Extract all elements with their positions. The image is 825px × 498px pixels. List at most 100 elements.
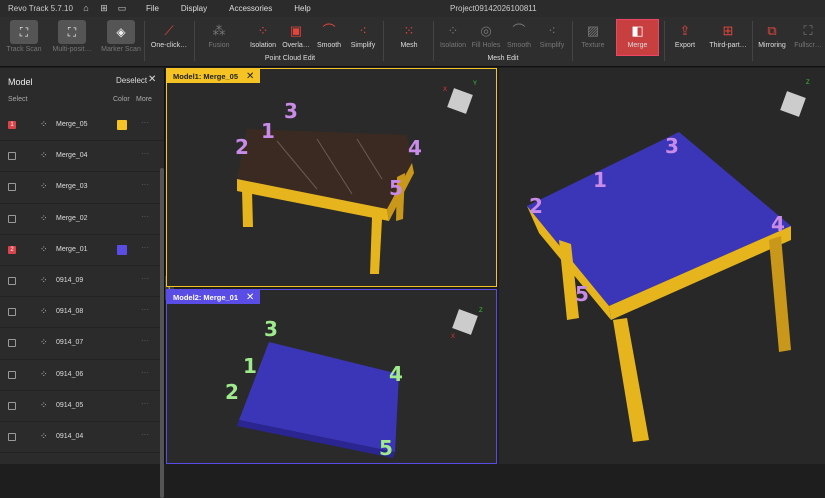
menu-file[interactable]: File: [146, 4, 159, 13]
model-row[interactable]: ⁘ 0914_08 ···: [0, 297, 164, 329]
svg-text:Z: Z: [806, 80, 810, 86]
more-icon[interactable]: ···: [141, 368, 149, 377]
axis-gizmo-1[interactable]: X Y: [443, 81, 477, 114]
add-file-icon[interactable]: ⊞: [98, 3, 110, 14]
mesh-simplify-button[interactable]: ⁖ Simplify: [536, 20, 568, 54]
model1-point-2: 2: [235, 135, 249, 159]
merged-point-2: 2: [529, 194, 543, 218]
model2-point-2: 2: [225, 380, 239, 404]
home-icon[interactable]: ⌂: [80, 3, 92, 14]
model-panel: Model Deselect ✕ Select Color More 1 ⁘ Mer…: [0, 68, 165, 498]
folder-icon[interactable]: ▭: [116, 3, 128, 14]
axis-gizmo-3[interactable]: Z: [780, 80, 810, 117]
select-checkbox[interactable]: [8, 214, 16, 223]
more-icon[interactable]: ···: [141, 305, 149, 314]
select-checkbox[interactable]: [8, 152, 16, 161]
select-checkbox[interactable]: 2: [8, 245, 16, 254]
deselect-button[interactable]: Deselect: [116, 76, 147, 85]
more-icon[interactable]: ···: [141, 399, 149, 408]
model-name: 0914_06: [56, 370, 84, 378]
fusion-button[interactable]: ⁂ Fusion: [200, 20, 238, 54]
model1-scene: X Y: [237, 81, 477, 274]
model-row[interactable]: ⁘ 0914_07 ···: [0, 328, 164, 360]
select-checkbox[interactable]: [8, 401, 16, 410]
model-row[interactable]: 1 ⁘ Merge_05 ···: [0, 110, 164, 142]
more-icon[interactable]: ···: [141, 180, 149, 189]
select-checkbox[interactable]: [8, 308, 16, 317]
one-click-button[interactable]: ⟋ One-click…: [147, 20, 191, 54]
model-row[interactable]: ⁘ Merge_04 ···: [0, 141, 164, 173]
isolation-button[interactable]: ⁘ Isolation: [247, 20, 279, 54]
select-checkbox[interactable]: [8, 276, 16, 285]
model-row[interactable]: 2 ⁘ Merge_01 ···: [0, 235, 164, 266]
menu-help[interactable]: Help: [294, 4, 310, 13]
close-model2-icon[interactable]: ✕: [246, 292, 254, 303]
mesh-isolation-button[interactable]: ⁘ Isolation: [437, 20, 469, 54]
color-swatch[interactable]: [117, 120, 127, 130]
more-icon[interactable]: ···: [141, 274, 149, 283]
texture-label: Texture: [581, 42, 605, 49]
model1-tag: Model1: Merge_05 ✕: [167, 69, 261, 83]
separator: [433, 21, 434, 61]
model-row[interactable]: ⁘ 0914_04 ···: [0, 422, 164, 454]
track-scan-button[interactable]: ⛶ Track Scan: [4, 20, 44, 54]
axis-gizmo-2[interactable]: Z X: [451, 308, 483, 340]
model-row[interactable]: ⁘ 0914_06 ···: [0, 360, 164, 391]
close-icon[interactable]: ✕: [148, 74, 156, 85]
overlap-button[interactable]: ▣ Overla…: [281, 20, 311, 54]
menu-display[interactable]: Display: [181, 4, 207, 13]
merged-point-5: 5: [575, 282, 589, 306]
model1-point-4: 4: [408, 136, 422, 160]
third-party-label: Third-part…: [709, 42, 747, 49]
fill-holes-button[interactable]: ◎ Fill Holes: [470, 20, 502, 54]
marker-scan-button[interactable]: ◈ Marker Scan: [99, 20, 143, 54]
color-swatch[interactable]: [117, 244, 127, 255]
point-cloud-icon: ⁘: [40, 337, 48, 348]
more-icon[interactable]: ···: [141, 336, 149, 345]
mesh-simplify-label: Simplify: [539, 42, 565, 49]
one-click-label: One-click…: [150, 42, 188, 49]
fullscreen-button[interactable]: ⛶ Fullscr…: [791, 20, 825, 54]
marker-scan-label: Marker Scan: [101, 46, 141, 53]
more-icon[interactable]: ···: [141, 243, 149, 252]
mesh-smooth-button[interactable]: ⌒ Smooth: [504, 20, 534, 54]
menu-accessories[interactable]: Accessories: [229, 4, 272, 13]
panel-scrollbar[interactable]: [160, 168, 164, 498]
model-name: Merge_01: [56, 245, 88, 253]
close-model1-icon[interactable]: ✕: [246, 71, 254, 82]
select-checkbox[interactable]: [8, 370, 16, 379]
mirroring-button[interactable]: ⧉ Mirroring: [755, 20, 789, 54]
mesh-button[interactable]: ⁙ Mesh: [394, 20, 424, 54]
viewport-model2[interactable]: Z X Model2: Merge_01 ✕ 1 2 3 4 5: [166, 289, 497, 464]
merged-point-3: 3: [665, 134, 679, 158]
point-cloud-icon: ⁘: [40, 306, 48, 317]
select-checkbox[interactable]: [8, 432, 16, 441]
more-icon[interactable]: ···: [141, 212, 149, 221]
select-checkbox[interactable]: 1: [8, 121, 16, 129]
more-icon[interactable]: ···: [141, 149, 149, 158]
texture-button[interactable]: ▨ Texture: [578, 20, 608, 54]
more-icon[interactable]: ···: [141, 118, 149, 127]
select-checkbox[interactable]: [8, 183, 16, 192]
more-icon[interactable]: ···: [141, 430, 149, 439]
track-scan-label: Track Scan: [6, 46, 42, 53]
point-cloud-icon: ⁘: [40, 212, 48, 223]
separator: [383, 21, 384, 61]
fullscreen-label: Fullscr…: [794, 42, 822, 49]
model-row[interactable]: ⁘ Merge_03 ···: [0, 172, 164, 204]
viewport-merged[interactable]: Z 1 2 3 4 5: [499, 68, 825, 464]
merge-button[interactable]: ◧ Merge: [616, 19, 659, 56]
viewport-model1[interactable]: X Y Model1: Merge_05 ✕ 1 2 3 4 5: [166, 68, 497, 287]
model-row[interactable]: ⁘ Merge_02 ···: [0, 204, 164, 235]
model-row[interactable]: ⁘ 0914_09 ···: [0, 266, 164, 298]
svg-text:Z: Z: [479, 308, 483, 314]
export-button[interactable]: ⇪ Export: [668, 20, 702, 54]
model-row[interactable]: ⁘ 0914_05 ···: [0, 391, 164, 422]
simplify-button[interactable]: ⁖ Simplify: [347, 20, 379, 54]
model-name: 0914_08: [56, 308, 84, 316]
select-checkbox[interactable]: [8, 339, 16, 348]
group-mesh-edit: Mesh Edit: [487, 55, 519, 62]
third-party-button[interactable]: ⊞ Third-part…: [706, 20, 750, 54]
multi-position-button[interactable]: ⛶ Multi-posit…: [49, 20, 95, 54]
smooth-button[interactable]: ⌒ Smooth: [314, 20, 344, 54]
